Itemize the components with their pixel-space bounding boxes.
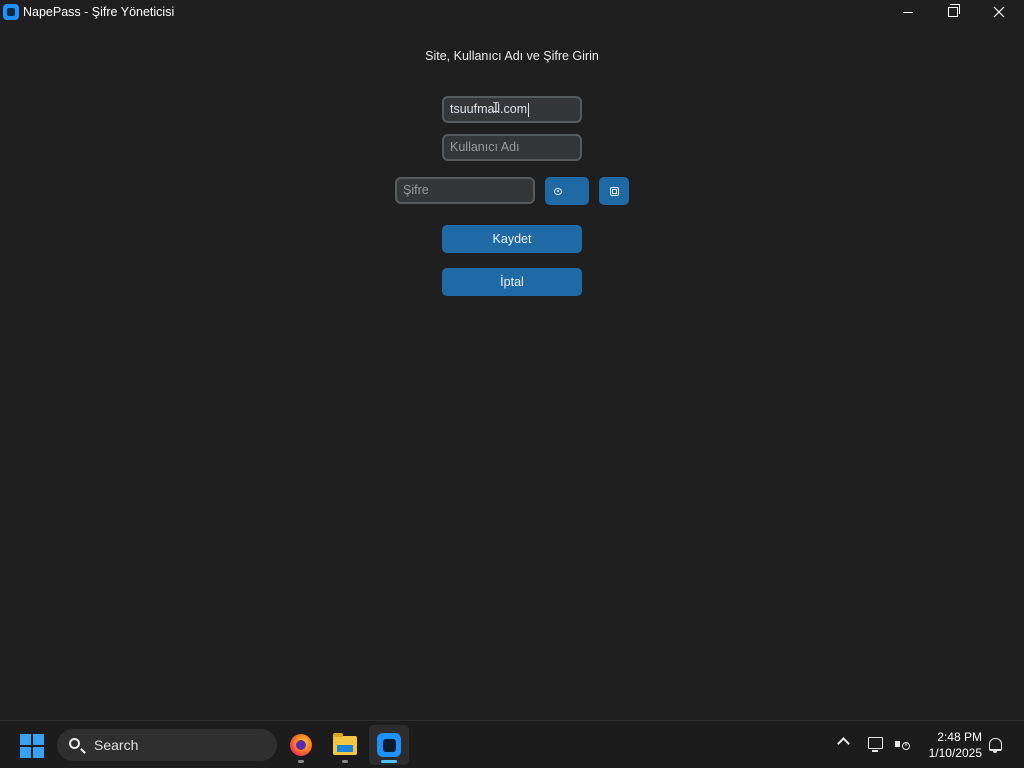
- username-placeholder: Kullanıcı Adı: [450, 140, 520, 154]
- windows-logo-icon: [33, 734, 44, 745]
- show-hidden-icons-chevron-icon[interactable]: [837, 737, 850, 750]
- napepass-icon: [377, 733, 401, 757]
- system-clock[interactable]: 2:48 PM 1/10/2025: [918, 729, 982, 761]
- minimize-button[interactable]: [885, 0, 931, 24]
- app-logo-icon: [3, 4, 19, 20]
- title-bar: NapePass - Şifre Yöneticisi: [0, 0, 1024, 24]
- firefox-icon: [290, 734, 312, 756]
- taskbar-app-firefox[interactable]: [281, 725, 321, 765]
- volume-muted-icon[interactable]: ×: [895, 738, 910, 752]
- windows-logo-icon: [20, 734, 31, 745]
- clock-time: 2:48 PM: [937, 730, 982, 744]
- copy-password-button[interactable]: [599, 177, 629, 205]
- search-icon: [69, 738, 80, 749]
- minimize-icon: [903, 11, 913, 13]
- folder-icon: [333, 732, 357, 755]
- ibeam-cursor-icon: I: [492, 101, 500, 116]
- close-button[interactable]: [976, 0, 1022, 24]
- site-input-value: tsuufmail.com: [450, 102, 528, 116]
- save-button[interactable]: Kaydet: [442, 225, 582, 253]
- form-heading: Site, Kullanıcı Adı ve Şifre Girin: [425, 49, 599, 63]
- windows-logo-icon: [33, 747, 44, 758]
- clock-date: 1/10/2025: [928, 746, 982, 760]
- network-icon[interactable]: [868, 737, 883, 752]
- cancel-button[interactable]: İptal: [442, 268, 582, 296]
- eye-icon: [554, 187, 562, 195]
- windows-logo-icon: [20, 747, 31, 758]
- running-indicator: [342, 760, 348, 763]
- maximize-button[interactable]: [930, 0, 976, 24]
- taskbar: Search × 2:48 PM 1/10/2025: [0, 720, 1024, 768]
- password-placeholder: Şifre: [403, 183, 429, 197]
- start-button[interactable]: [20, 734, 44, 758]
- text-caret: [528, 102, 530, 117]
- close-icon: [993, 6, 1005, 18]
- speaker-icon: [895, 741, 900, 747]
- notification-bell-icon[interactable]: [989, 738, 1002, 753]
- window-title: NapePass - Şifre Yöneticisi: [23, 5, 175, 19]
- username-input[interactable]: Kullanıcı Adı: [442, 134, 582, 161]
- show-password-button[interactable]: [545, 177, 589, 205]
- restore-icon: [948, 4, 960, 17]
- search-label: Search: [94, 737, 139, 753]
- password-input[interactable]: Şifre: [395, 177, 535, 204]
- active-indicator: [381, 760, 397, 763]
- site-input[interactable]: tsuufmail.com: [442, 96, 582, 123]
- taskbar-app-napepass[interactable]: [369, 725, 409, 765]
- taskbar-app-file-explorer[interactable]: [325, 725, 365, 765]
- running-indicator: [298, 760, 304, 763]
- mute-badge-icon: ×: [902, 742, 910, 750]
- taskbar-search[interactable]: Search: [57, 729, 277, 761]
- copy-icon: [609, 186, 619, 196]
